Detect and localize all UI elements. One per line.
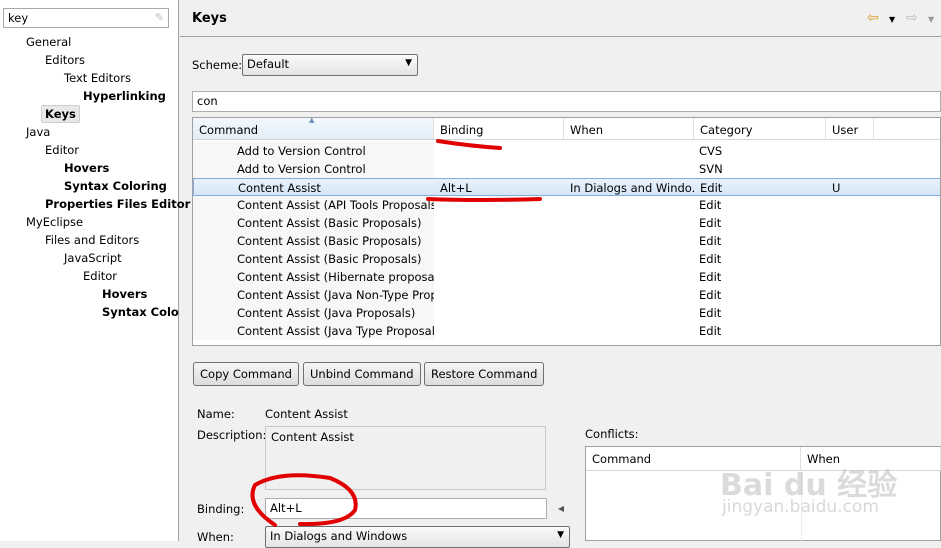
description-field[interactable]: Content Assist	[265, 426, 546, 490]
column-header-binding[interactable]: Binding	[434, 118, 564, 140]
forward-menu-chevron-icon[interactable]: ▼	[928, 15, 934, 24]
cell-user: U	[832, 181, 841, 195]
tree-item[interactable]: Keys	[41, 105, 80, 123]
tree-item[interactable]: Text Editors	[64, 69, 131, 87]
restore-command-button[interactable]: Restore Command	[424, 362, 545, 386]
scheme-label: Scheme:	[192, 58, 243, 72]
cell-category: Edit	[699, 324, 722, 338]
cell-command: Content Assist (Java Type Proposals)	[237, 324, 434, 338]
sort-ascending-icon: ▲	[309, 117, 315, 124]
cell-category: Edit	[699, 234, 722, 248]
cell-category: Edit	[699, 252, 722, 266]
back-menu-chevron-icon[interactable]: ▼	[889, 15, 895, 24]
description-text: Content Assist	[271, 430, 354, 444]
preferences-sidebar: key ✎ General Editors Text Editors Hyperlin…	[0, 0, 190, 541]
cell-category: Edit	[699, 306, 722, 320]
table-row[interactable]: Content Assist (Java Proposals) Edit	[193, 304, 940, 322]
table-row[interactable]: Content Assist (Basic Proposals) Edit	[193, 250, 940, 268]
chevron-down-icon: ▼	[405, 58, 412, 68]
cell-command: Content Assist (Basic Proposals)	[237, 234, 422, 248]
cell-command: Add to Version Control	[237, 162, 366, 176]
cell-category: Edit	[699, 216, 722, 230]
scheme-select[interactable]: Default ▼	[242, 54, 418, 76]
tree-item[interactable]: Editor	[83, 267, 117, 285]
column-header-filler	[874, 118, 940, 140]
binding-text: Alt+L	[270, 501, 302, 515]
cell-command: Content Assist (Hibernate proposals)	[237, 270, 434, 284]
when-select[interactable]: In Dialogs and Windows ▼	[265, 526, 570, 548]
name-label: Name:	[197, 407, 235, 421]
table-row[interactable]: Content Assist (Basic Proposals) Edit	[193, 214, 940, 232]
tree-item[interactable]: Files and Editors	[45, 231, 139, 249]
cell-command: Content Assist (Java Proposals)	[237, 306, 416, 320]
tree-item[interactable]: JavaScript	[64, 249, 122, 267]
column-header-category[interactable]: Category	[694, 118, 826, 140]
chevron-down-icon: ▼	[557, 530, 564, 540]
page-title: Keys	[192, 11, 227, 26]
name-value: Content Assist	[265, 407, 348, 421]
column-header-user[interactable]: User	[826, 118, 874, 140]
cell-command: Content Assist (Basic Proposals)	[237, 216, 422, 230]
tree-item[interactable]: Java	[26, 123, 50, 141]
tree-item[interactable]: Hovers	[64, 159, 109, 177]
watermark-url: jingyan.baidu.com	[722, 497, 879, 517]
cell-binding: Alt+L	[440, 181, 472, 195]
binding-label: Binding:	[197, 502, 245, 516]
keys-filter-input[interactable]: con	[192, 91, 941, 112]
tree-item[interactable]: Hovers	[102, 285, 147, 303]
preference-filter-input[interactable]: key ✎	[3, 8, 169, 28]
cell-when: In Dialogs and Windo...	[570, 181, 695, 195]
table-row[interactable]: Content Assist Alt+L In Dialogs and Windo.…	[193, 178, 940, 196]
table-row[interactable]: Content Assist (Basic Proposals) Edit	[193, 232, 940, 250]
unbind-command-button[interactable]: Unbind Command	[303, 362, 421, 386]
cell-category: CVS	[699, 144, 723, 158]
cell-command: Add to Version Control	[237, 144, 366, 158]
cell-category: SVN	[699, 162, 723, 176]
table-row[interactable]: Content Assist (API Tools Proposals) Edit	[193, 196, 940, 214]
cell-command: Content Assist (Java Non-Type Propo	[237, 288, 434, 302]
when-label: When:	[197, 530, 234, 544]
cell-category: Edit	[699, 270, 722, 284]
cell-category: Edit	[699, 198, 722, 212]
arrow-left-icon[interactable]: ⇦	[867, 10, 879, 26]
tree-item[interactable]: Hyperlinking	[83, 87, 166, 105]
description-label: Description:	[197, 428, 267, 442]
binding-menu-icon[interactable]: ◀	[553, 498, 569, 519]
tree-item[interactable]: MyEclipse	[26, 213, 83, 231]
table-row[interactable]: Content Assist (Java Type Proposals) Edit	[193, 322, 940, 340]
divider	[180, 36, 941, 37]
tree-item[interactable]: Syntax Colo	[102, 303, 179, 321]
tree-item[interactable]: Editor	[45, 141, 79, 159]
tree-item[interactable]: Editors	[45, 51, 85, 69]
conflicts-label: Conflicts:	[585, 427, 639, 441]
table-row[interactable]: Add to Version Control SVN	[193, 160, 940, 178]
arrow-right-icon[interactable]: ⇨	[906, 10, 918, 26]
copy-command-button[interactable]: Copy Command	[193, 362, 299, 386]
keys-filter-text: con	[197, 94, 218, 108]
cell-category: Edit	[699, 288, 722, 302]
column-header-when[interactable]: When	[564, 118, 694, 140]
clear-filter-icon[interactable]: ✎	[155, 11, 164, 24]
cell-command: Content Assist (API Tools Proposals)	[237, 198, 434, 212]
table-row[interactable]: Content Assist (Hibernate proposals) Edit	[193, 268, 940, 286]
keybindings-table: Command Binding When Category User ▲ Add to Ve…	[192, 117, 941, 346]
cell-command: Content Assist (Basic Proposals)	[237, 252, 422, 266]
binding-input[interactable]: Alt+L	[265, 498, 547, 519]
table-row[interactable]: Add to Version Control CVS	[193, 142, 940, 160]
tree-item[interactable]: Properties Files Editor	[45, 195, 190, 213]
tree-item[interactable]: General	[26, 33, 71, 51]
cell-command: Content Assist	[238, 181, 321, 195]
tree-item[interactable]: Syntax Coloring	[64, 177, 167, 195]
filter-text: key	[8, 11, 29, 25]
table-row[interactable]: Content Assist (Java Non-Type Propo Edit	[193, 286, 940, 304]
scheme-value: Default	[247, 57, 290, 71]
cell-category: Edit	[700, 181, 723, 195]
